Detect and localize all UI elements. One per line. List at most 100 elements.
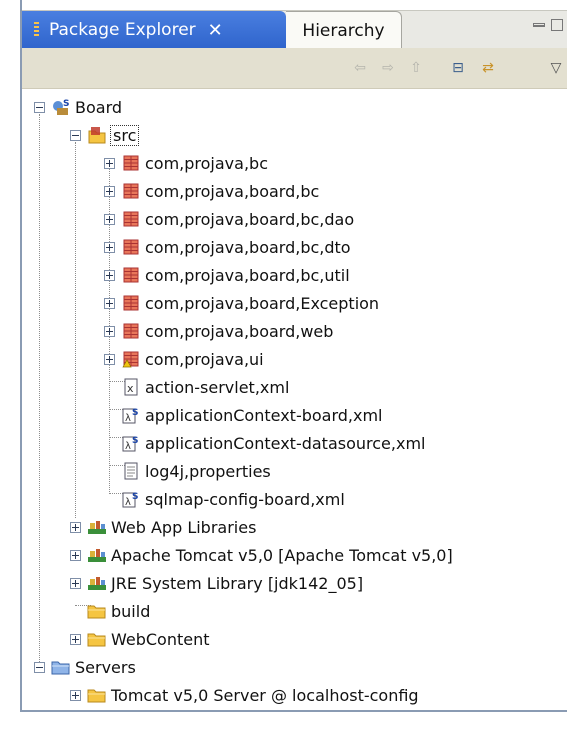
library-icon — [87, 573, 107, 593]
window-controls — [533, 19, 563, 31]
collapse-toggle[interactable] — [70, 129, 81, 141]
expand-toggle[interactable] — [70, 521, 81, 533]
tree-item-webcontent[interactable]: WebContent — [70, 626, 210, 652]
expand-toggle[interactable] — [70, 689, 81, 701]
tree-item-label: com,projava,board,bc — [145, 181, 320, 201]
tab-hierarchy-label: Hierarchy — [302, 20, 385, 41]
expand-toggle[interactable] — [70, 633, 81, 645]
tree-item-label: action-servlet,xml — [145, 377, 290, 397]
package-icon — [121, 293, 141, 313]
up-arrow-icon[interactable]: ⇧ — [408, 60, 424, 76]
tree-item-package[interactable]: com,projava,board,Exception — [104, 290, 379, 316]
view-tab-strip: Package Explorer ✕ Hierarchy — [22, 10, 567, 49]
tree-item-board[interactable]: S Board — [34, 94, 122, 120]
tree-item-servers[interactable]: Servers — [34, 654, 136, 680]
tree-item-label: WebContent — [111, 629, 210, 649]
tree-item-label: com,projava,board,bc,dao — [145, 209, 355, 229]
tree-item-label: JRE System Library [jdk142_05] — [111, 573, 364, 593]
tree-item-tomcat-server[interactable]: Tomcat v5,0 Server @ localhost-config — [70, 682, 419, 708]
tree-item-package[interactable]: com,projava,board,web — [104, 318, 333, 344]
tree-item-label: applicationContext-board,xml — [145, 405, 383, 425]
forward-arrow-icon[interactable]: ⇨ — [380, 60, 396, 76]
tree-item-label: Web App Libraries — [111, 517, 257, 537]
tree-item-jre-library[interactable]: JRE System Library [jdk142_05] — [70, 570, 363, 596]
spring-config-icon: λS — [121, 405, 141, 425]
close-icon[interactable]: ✕ — [208, 20, 223, 41]
maximize-icon[interactable] — [551, 19, 563, 31]
collapse-toggle[interactable] — [34, 661, 45, 673]
tab-package-explorer[interactable]: Package Explorer ✕ — [22, 11, 286, 49]
tree-item-src[interactable]: src — [70, 122, 140, 148]
expand-toggle[interactable] — [104, 325, 115, 337]
expand-toggle[interactable] — [104, 297, 115, 309]
collapse-all-icon[interactable]: ⊟ — [450, 60, 466, 76]
tree-item-web-app-libraries[interactable]: Web App Libraries — [70, 514, 256, 540]
tree-item-package[interactable]: com,projava,ui — [104, 346, 264, 372]
tree-item-label: com,projava,ui — [145, 349, 264, 369]
tab-package-explorer-label: Package Explorer — [49, 20, 196, 40]
tree-item-file[interactable]: log4j,properties — [104, 458, 271, 484]
view-menu-icon[interactable]: ▽ — [548, 60, 564, 76]
package-icon — [121, 209, 141, 229]
tree-item-label: src — [109, 124, 140, 146]
minimize-icon[interactable] — [533, 23, 545, 27]
tree-item-package[interactable]: com,projava,board,bc — [104, 178, 319, 204]
tree-item-build[interactable]: build — [70, 598, 150, 624]
expand-toggle[interactable] — [104, 269, 115, 281]
tree-item-file[interactable]: x action-servlet,xml — [104, 374, 289, 400]
expand-toggle[interactable] — [104, 185, 115, 197]
svg-text:S: S — [132, 436, 138, 446]
tree-item-package[interactable]: com,projava,board,bc,dao — [104, 206, 354, 232]
library-icon — [87, 545, 107, 565]
tree-item-label: Servers — [75, 657, 136, 677]
tree-item-package[interactable]: com,projava,board,bc,util — [104, 262, 350, 288]
expand-toggle[interactable] — [104, 157, 115, 169]
tree-item-label: com,projava,bc — [145, 153, 268, 173]
tree-item-label: sqlmap-config-board,xml — [145, 489, 345, 509]
package-warning-icon — [121, 349, 141, 369]
svg-text:x: x — [127, 382, 134, 395]
svg-text:λ: λ — [125, 497, 131, 508]
collapse-toggle[interactable] — [34, 101, 45, 113]
tree-item-label: com,projava,board,Exception — [145, 293, 380, 313]
package-icon — [121, 237, 141, 257]
expand-toggle[interactable] — [104, 213, 115, 225]
tree-item-package[interactable]: com,projava,board,bc,dto — [104, 234, 351, 260]
source-folder-icon — [87, 125, 107, 145]
tree-item-label: com,projava,board,bc,util — [145, 265, 350, 285]
folder-icon — [87, 629, 107, 649]
tree-item-file[interactable]: λS sqlmap-config-board,xml — [104, 486, 345, 512]
web-project-icon: S — [51, 97, 71, 117]
tree-item-label: applicationContext-datasource,xml — [145, 433, 426, 453]
svg-text:S: S — [63, 99, 69, 109]
tree-item-label: com,projava,board,web — [145, 321, 334, 341]
svg-text:λ: λ — [125, 441, 131, 452]
tab-hierarchy[interactable]: Hierarchy — [286, 11, 402, 49]
tree-item-label: log4j,properties — [145, 461, 271, 481]
link-with-editor-icon[interactable]: ⇄ — [480, 60, 496, 76]
tree-item-package[interactable]: com,projava,bc — [104, 150, 268, 176]
expand-toggle[interactable] — [70, 577, 81, 589]
back-arrow-icon[interactable]: ⇦ — [352, 60, 368, 76]
tree-item-tomcat-library[interactable]: Apache Tomcat v5,0 [Apache Tomcat v5,0] — [70, 542, 453, 568]
expand-toggle[interactable] — [104, 241, 115, 253]
tree-item-label: Apache Tomcat v5,0 [Apache Tomcat v5,0] — [111, 545, 453, 565]
tree-item-label: build — [111, 601, 151, 621]
folder-icon — [87, 685, 107, 705]
package-explorer-icon — [34, 22, 39, 38]
expand-toggle[interactable] — [104, 353, 115, 365]
tree-item-label: Board — [75, 97, 123, 117]
xml-file-icon: x — [121, 377, 141, 397]
properties-file-icon — [121, 461, 141, 481]
svg-text:S: S — [132, 492, 138, 502]
package-icon — [121, 153, 141, 173]
tree-item-file[interactable]: λS applicationContext-board,xml — [104, 402, 383, 428]
package-icon — [121, 181, 141, 201]
tree-item-label: Tomcat v5,0 Server @ localhost-config — [111, 685, 419, 705]
svg-text:S: S — [132, 408, 138, 418]
tree-item-file[interactable]: λS applicationContext-datasource,xml — [104, 430, 425, 456]
library-icon — [87, 517, 107, 537]
expand-toggle[interactable] — [70, 549, 81, 561]
tree-item-label: com,projava,board,bc,dto — [145, 237, 351, 257]
folder-icon — [87, 601, 107, 621]
